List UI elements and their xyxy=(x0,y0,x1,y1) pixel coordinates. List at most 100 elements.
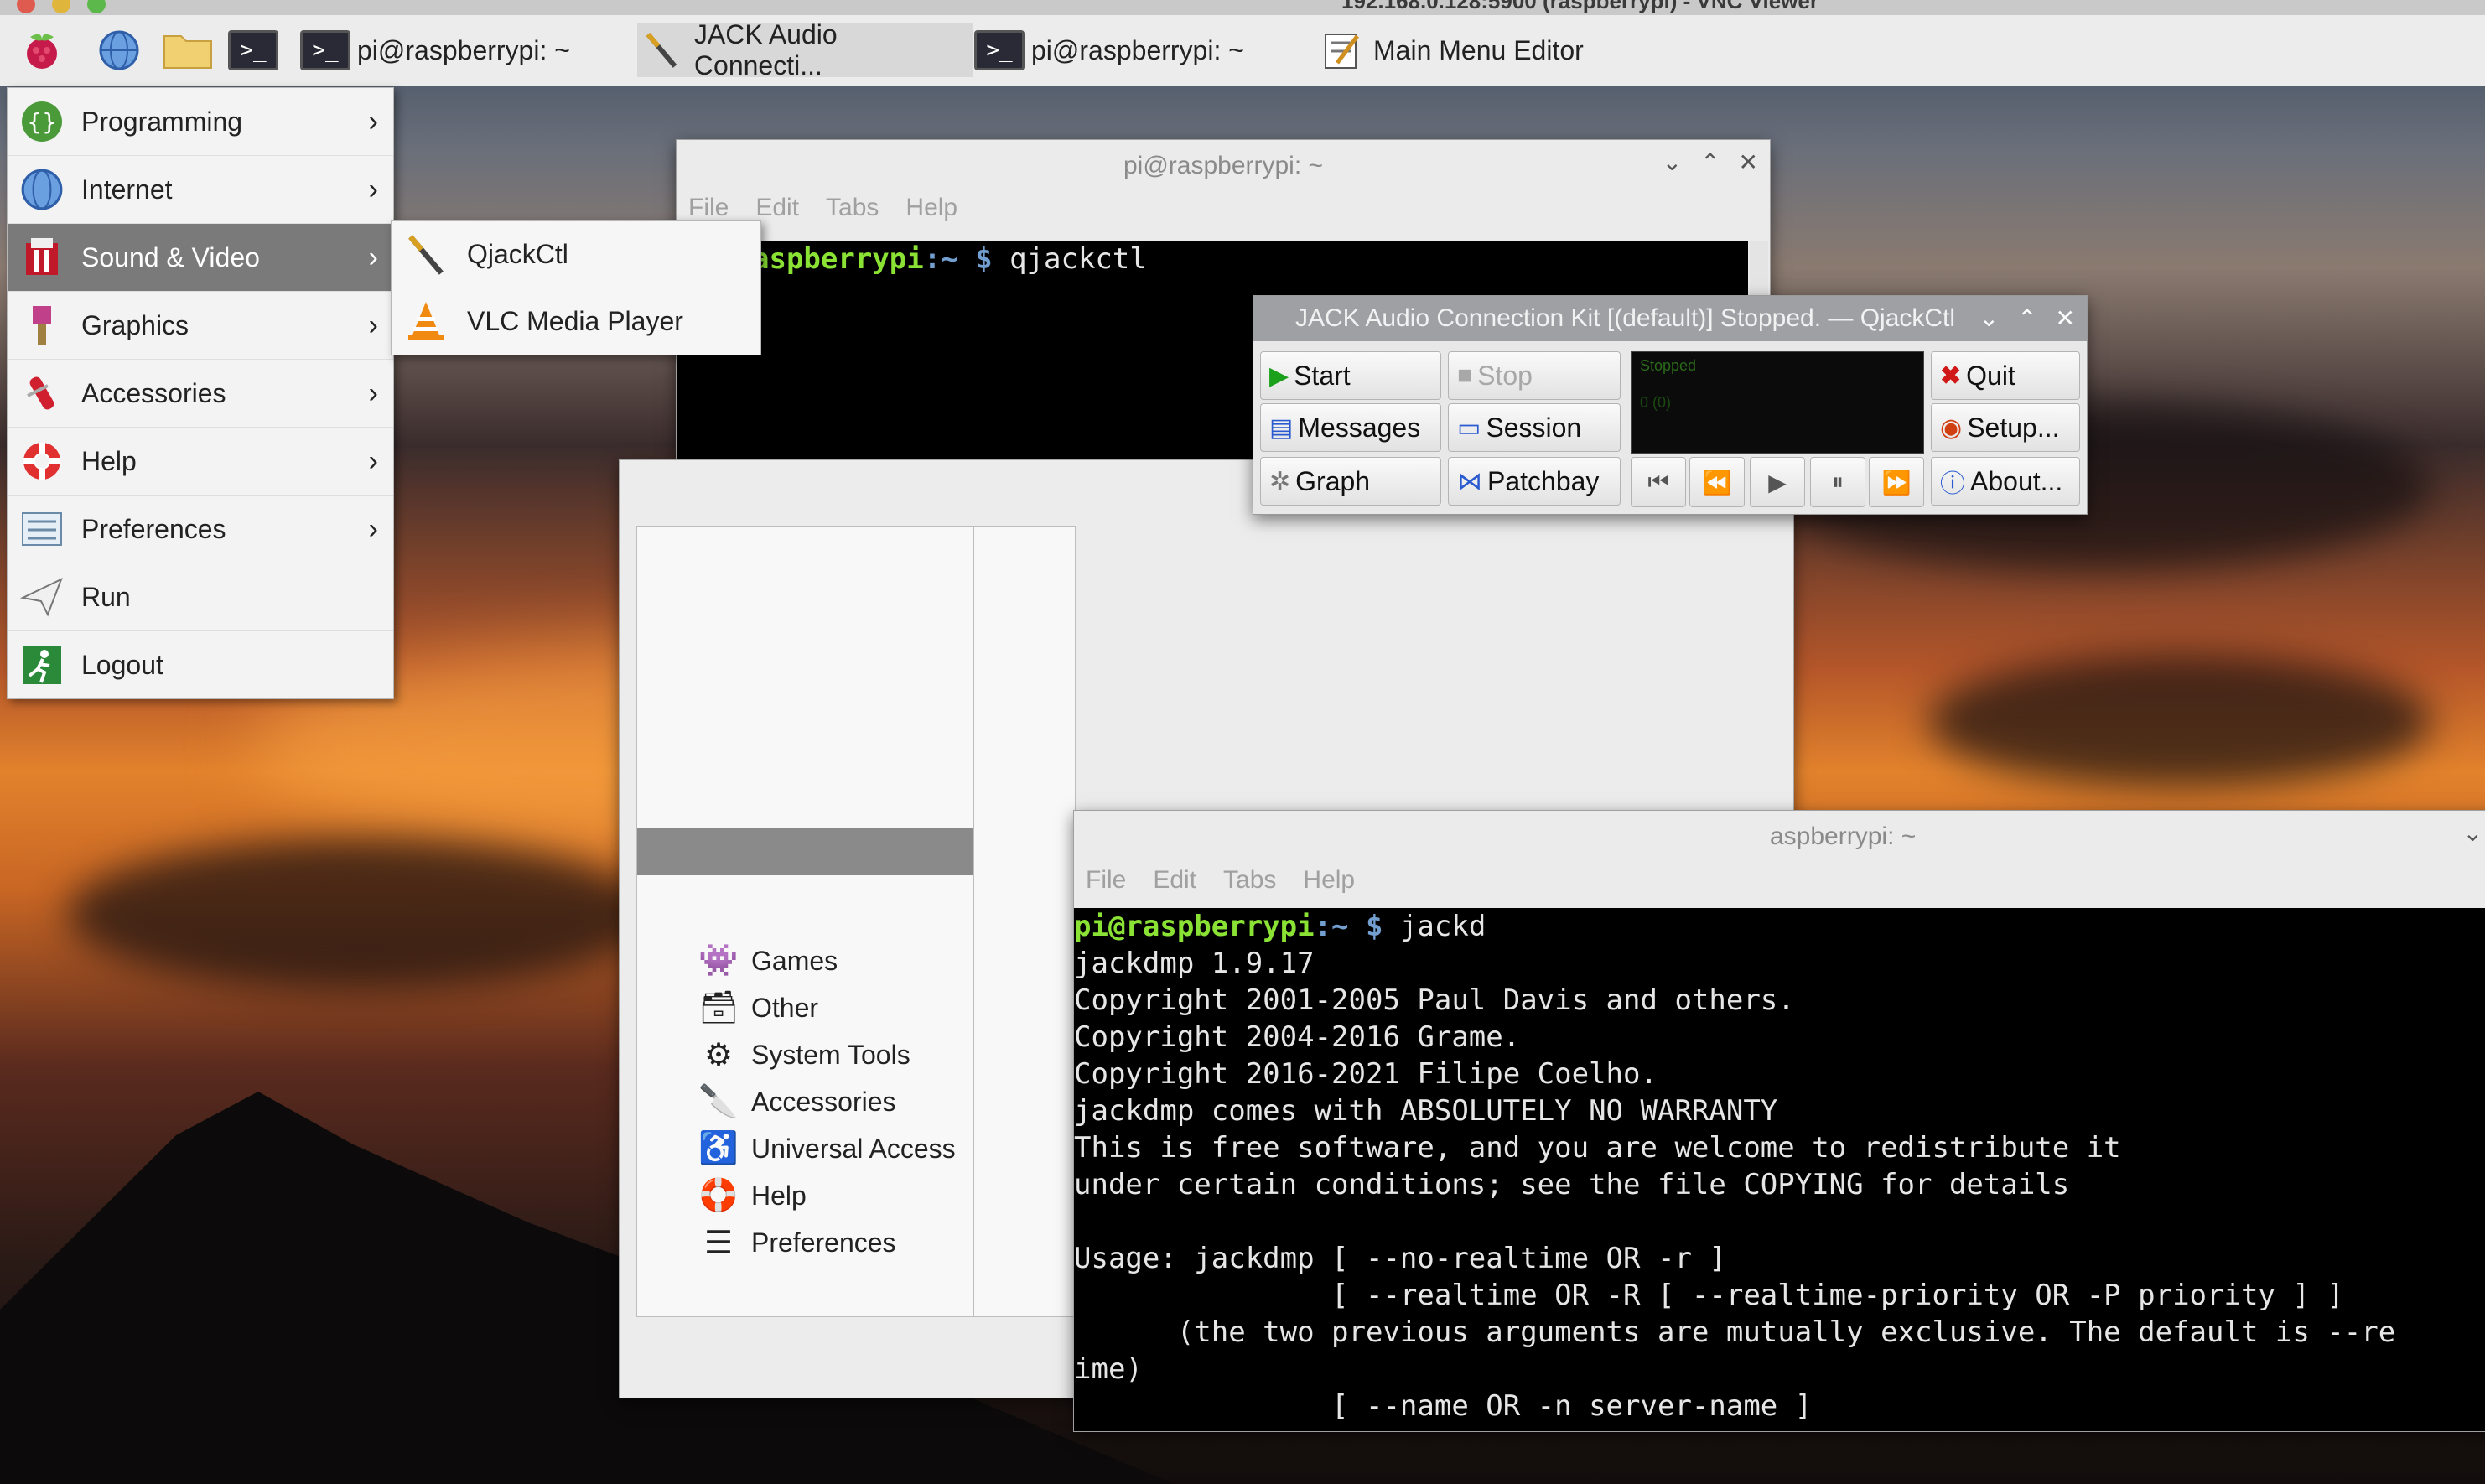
menu-item-sound-video[interactable]: Sound & Video › xyxy=(8,224,393,292)
graph-button[interactable]: ✲ Graph xyxy=(1260,457,1441,506)
menu-label: Run xyxy=(81,581,131,612)
menu-item-run[interactable]: Run xyxy=(8,563,393,631)
menu-edit[interactable]: Edit xyxy=(1153,866,1196,895)
help-icon: 🛟 xyxy=(698,1178,739,1213)
category-label: System Tools xyxy=(751,1039,910,1070)
forward-button[interactable]: ⏩ xyxy=(1869,457,1924,507)
menu-label: Sound & Video xyxy=(81,241,260,272)
terminal-menubar: File Edit Tabs Help xyxy=(688,194,957,222)
prompt-dir: :~ $ xyxy=(1314,910,1400,943)
menu-file[interactable]: File xyxy=(1086,866,1126,895)
terminal-icon[interactable]: >_ xyxy=(228,27,278,74)
close-dot[interactable] xyxy=(17,0,35,13)
info-icon: ⓘ xyxy=(1940,470,1965,498)
qjackctl-title: JACK Audio Connection Kit [(default)] St… xyxy=(1253,296,2087,341)
graphics-icon xyxy=(16,299,68,351)
menu-item-logout[interactable]: Logout xyxy=(8,631,393,698)
patchbay-icon: ⋈ xyxy=(1457,467,1482,496)
pause-button[interactable]: ⏸ xyxy=(1810,457,1865,507)
menu-label: Preferences xyxy=(81,513,226,544)
setup-icon: ◉ xyxy=(1940,413,1963,442)
category-universal-access[interactable]: ♿ Universal Access xyxy=(698,1125,955,1172)
menu-file[interactable]: File xyxy=(688,194,729,222)
minimize-icon[interactable]: ⌄ xyxy=(2463,819,2482,847)
rewind-start-button[interactable]: ⏮ xyxy=(1631,457,1686,507)
maximize-icon[interactable]: ⌃ xyxy=(1700,148,1720,176)
output-line: [ --name OR -n server-name ] xyxy=(1074,1389,1813,1423)
play-button[interactable]: ▶ xyxy=(1750,457,1805,507)
menu-tabs[interactable]: Tabs xyxy=(1223,866,1276,895)
output-line: [ --realtime OR -R [ --realtime-priority… xyxy=(1074,1279,2344,1312)
prompt-user: aspberrypi xyxy=(752,242,924,276)
zoom-dot[interactable] xyxy=(87,0,106,13)
minimize-icon[interactable]: ⌄ xyxy=(1979,304,1999,332)
raspberry-icon[interactable] xyxy=(17,27,67,74)
menu-items-list xyxy=(973,526,1076,1317)
start-button[interactable]: ▶ Start xyxy=(1260,351,1441,400)
menu-edit[interactable]: Edit xyxy=(755,194,799,222)
stop-button[interactable]: ■ Stop xyxy=(1448,351,1621,400)
menu-tabs[interactable]: Tabs xyxy=(826,194,879,222)
category-accessories[interactable]: 🔪 Accessories xyxy=(698,1078,895,1125)
category-preferences[interactable]: ☰ Preferences xyxy=(698,1219,896,1266)
session-button[interactable]: ▭ Session xyxy=(1448,403,1621,452)
category-system-tools[interactable]: ⚙ System Tools xyxy=(698,1031,910,1078)
submenu-item-qjackctl[interactable]: QjackCtl xyxy=(392,221,760,288)
cloud xyxy=(67,838,654,989)
menu-label: Internet xyxy=(81,174,173,205)
category-games[interactable]: 👾 Games xyxy=(698,937,838,984)
task-qjackctl[interactable]: JACK Audio Connecti... xyxy=(637,19,973,80)
terminal-icon: >_ xyxy=(300,29,350,72)
folder-icon[interactable] xyxy=(163,27,213,74)
maximize-icon[interactable]: ⌃ xyxy=(2017,304,2036,332)
globe-icon[interactable] xyxy=(94,27,144,74)
button-label: Stop xyxy=(1477,360,1533,391)
messages-button[interactable]: ▤ Messages xyxy=(1260,403,1441,452)
menu-help[interactable]: Help xyxy=(905,194,957,222)
rewind-icon: ⏪ xyxy=(1702,469,1732,496)
output-line: Copyright 2001-2005 Paul Davis and other… xyxy=(1074,983,1795,1017)
submenu-label: QjackCtl xyxy=(467,238,568,269)
output-line: Copyright 2004-2016 Grame. xyxy=(1074,1020,1521,1054)
patchbay-button[interactable]: ⋈ Patchbay xyxy=(1448,457,1621,506)
about-button[interactable]: ⓘ About... xyxy=(1931,457,2080,506)
status-display: Stopped 0 (0) xyxy=(1631,351,1924,454)
svg-text:{}: {} xyxy=(27,108,57,136)
minimize-dot[interactable] xyxy=(52,0,70,13)
chevron-right-icon: › xyxy=(368,309,378,341)
vnc-window-titlebar: 192.168.0.128:5900 (raspberrypi) - VNC V… xyxy=(0,0,2485,16)
setup-button[interactable]: ◉ Setup... xyxy=(1931,403,2080,452)
other-icon: 🗃 xyxy=(698,990,739,1025)
menu-item-accessories[interactable]: Accessories › xyxy=(8,360,393,428)
task-label: pi@raspberrypi: ~ xyxy=(1031,34,1244,65)
vnc-title: 192.168.0.128:5900 (raspberrypi) - VNC V… xyxy=(1341,0,1818,13)
accessories-icon: 🔪 xyxy=(698,1084,739,1119)
menu-editor-icon xyxy=(1316,29,1367,72)
output-line: jackdmp comes with ABSOLUTELY NO WARRANT… xyxy=(1074,1094,1778,1128)
minimize-icon[interactable]: ⌄ xyxy=(1663,148,1682,176)
rewind-button[interactable]: ⏪ xyxy=(1689,457,1745,507)
task-terminal-2[interactable]: >_ pi@raspberrypi: ~ xyxy=(974,23,1301,77)
globe-icon xyxy=(16,163,68,215)
task-menu-editor[interactable]: Main Menu Editor xyxy=(1316,23,1652,77)
button-label: Graph xyxy=(1295,465,1371,496)
quit-button[interactable]: ✖ Quit xyxy=(1931,351,2080,400)
menu-item-help[interactable]: Help › xyxy=(8,428,393,496)
category-label: Other xyxy=(751,992,819,1023)
universal-access-icon: ♿ xyxy=(698,1131,739,1166)
terminal-output-2[interactable]: pi@raspberrypi:~ $ jackd jackdmp 1.9.17 Co… xyxy=(1074,908,2485,1431)
menu-item-programming[interactable]: {} Programming › xyxy=(8,88,393,156)
category-help[interactable]: 🛟 Help xyxy=(698,1172,806,1219)
menu-item-internet[interactable]: Internet › xyxy=(8,156,393,224)
menu-item-preferences[interactable]: Preferences › xyxy=(8,496,393,563)
submenu-item-vlc[interactable]: VLC Media Player xyxy=(392,288,760,355)
menu-help[interactable]: Help xyxy=(1303,866,1355,895)
preferences-icon: ☰ xyxy=(703,1225,734,1261)
menu-label: Graphics xyxy=(81,309,189,340)
menu-item-graphics[interactable]: Graphics › xyxy=(8,292,393,360)
close-icon[interactable]: ✕ xyxy=(1739,148,1758,176)
task-terminal-1[interactable]: >_ pi@raspberrypi: ~ xyxy=(300,23,627,77)
category-other[interactable]: 🗃 Other xyxy=(698,984,818,1031)
close-icon[interactable]: ✕ xyxy=(2056,304,2075,332)
